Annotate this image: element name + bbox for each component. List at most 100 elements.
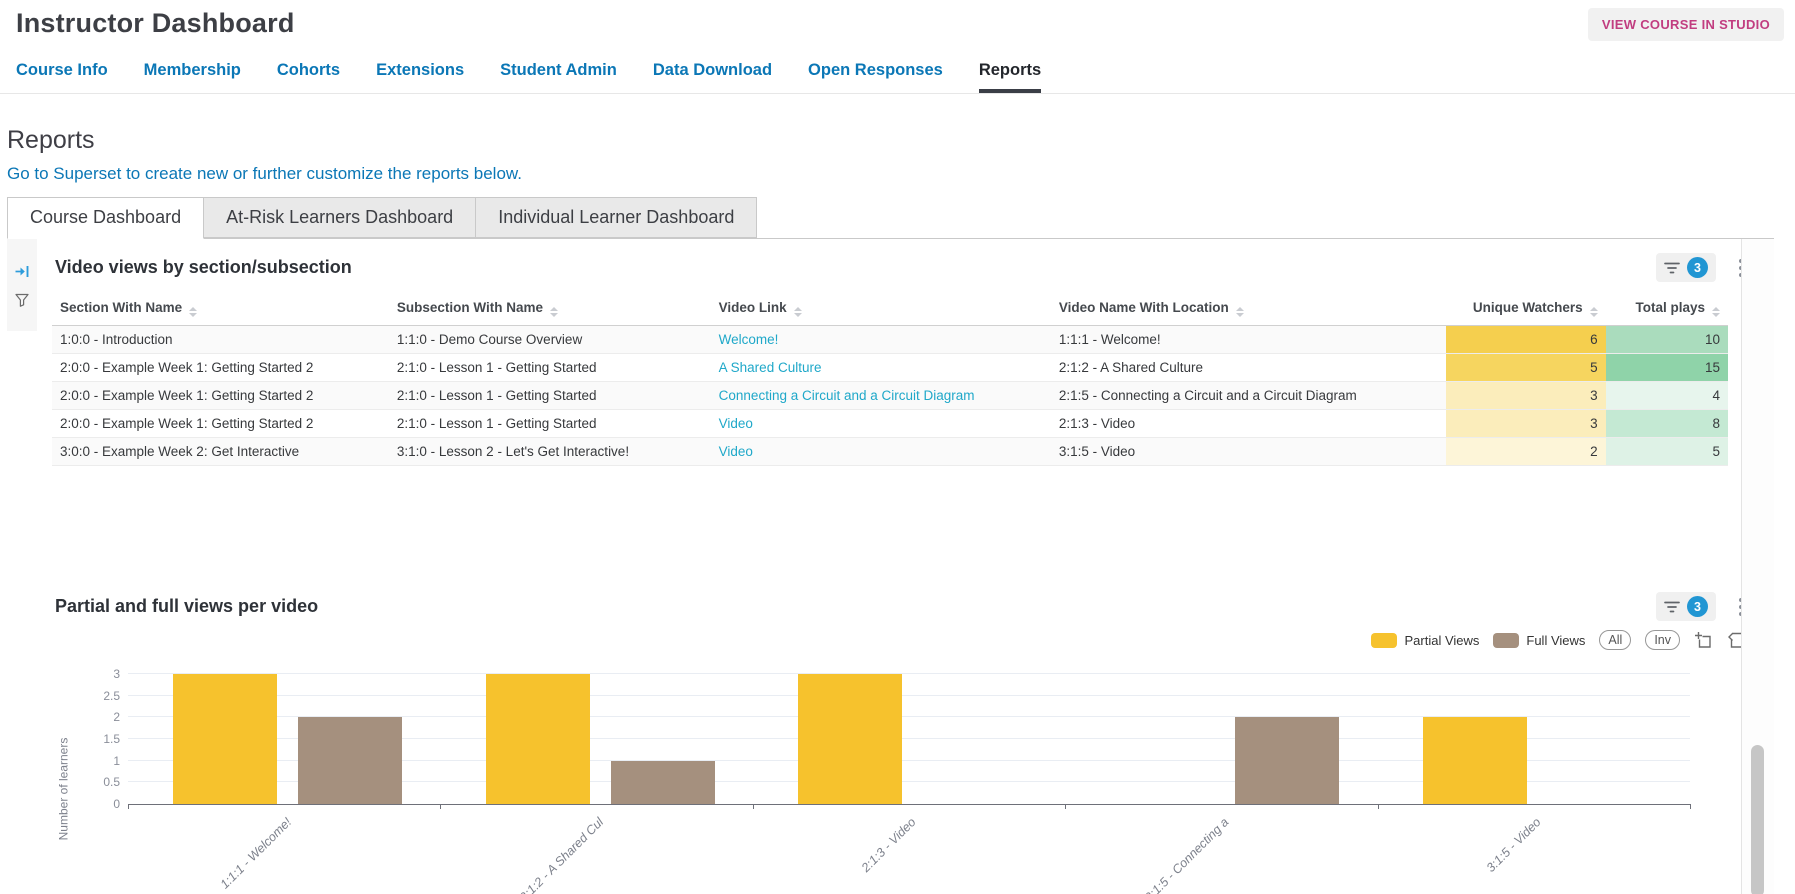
legend-swatch [1493,633,1519,648]
cell-video-name: 1:1:1 - Welcome! [1051,326,1447,354]
legend-label: Full Views [1526,633,1585,648]
x-tick [1690,804,1691,809]
view-course-in-studio-button[interactable]: VIEW COURSE IN STUDIO [1588,8,1784,41]
x-axis-label: 2:1:5 - Connecting a [1142,815,1232,894]
cell-subsection: 2:1:0 - Lesson 1 - Getting Started [389,382,711,410]
sort-icon [1236,307,1244,317]
sort-icon [794,307,802,317]
cell-subsection: 2:1:0 - Lesson 1 - Getting Started [389,354,711,382]
nav-tab-open-responses[interactable]: Open Responses [808,61,943,93]
zoom-select-button[interactable] [1694,631,1712,649]
x-axis-label: 2:1:3 - Video [859,815,919,875]
column-label: Total plays [1635,300,1705,315]
cell-total-plays: 15 [1606,354,1728,382]
table-row: 1:0:0 - Introduction1:1:0 - Demo Course … [52,326,1728,354]
sort-icon [1590,307,1598,317]
column-label: Subsection With Name [397,300,543,315]
arrow-to-bar-icon [14,263,31,280]
dashboard-tab-at-risk-learners-dashboard[interactable]: At-Risk Learners Dashboard [204,197,476,238]
video-link[interactable]: Video [711,438,1051,466]
column-label: Section With Name [60,300,182,315]
table-row: 3:0:0 - Example Week 2: Get Interactive3… [52,438,1728,466]
chart-card-title: Partial and full views per video [55,596,318,617]
cell-video-name: 2:1:2 - A Shared Culture [1051,354,1447,382]
scrollbar-thumb[interactable] [1751,745,1764,894]
legend-label: Partial Views [1404,633,1479,648]
bar-partial-views-2-1-3-video[interactable] [798,674,902,804]
filter-funnel-button[interactable] [15,293,29,307]
panel-scrollbar[interactable] [1741,239,1774,894]
chart-applied-filters-button[interactable]: 3 [1656,592,1716,621]
x-axis-label: 3:1:5 - Video [1484,815,1544,875]
cell-unique-watchers: 5 [1446,354,1605,382]
video-link[interactable]: A Shared Culture [711,354,1051,382]
cell-total-plays: 5 [1606,438,1728,466]
nav-tab-student-admin[interactable]: Student Admin [500,61,617,93]
y-axis-title: Number of learners [56,675,70,894]
instructor-nav: Course Info Membership Cohorts Extensions St… [0,61,1795,94]
column-label: Video Name With Location [1059,300,1229,315]
reports-heading: Reports [7,126,1795,155]
filter-list-icon [1664,261,1680,275]
legend-item-full-views[interactable]: Full Views [1493,633,1585,648]
column-header-total-plays[interactable]: Total plays [1606,292,1728,326]
column-header-section-with-name[interactable]: Section With Name [52,292,389,326]
column-header-video-link[interactable]: Video Link [711,292,1051,326]
dashboard-tab-course-dashboard[interactable]: Course Dashboard [7,197,204,239]
table-row: 2:0:0 - Example Week 1: Getting Started … [52,382,1728,410]
cell-section: 2:0:0 - Example Week 1: Getting Started … [52,410,389,438]
table-row: 2:0:0 - Example Week 1: Getting Started … [52,354,1728,382]
bar-full-views-1-1-1-welcome[interactable] [298,717,402,804]
table-row: 2:0:0 - Example Week 1: Getting Started … [52,410,1728,438]
superset-link[interactable]: Go to Superset to create new or further … [7,164,522,184]
video-link[interactable]: Welcome! [711,326,1051,354]
video-link[interactable]: Video [711,410,1051,438]
video-views-table: Section With Name Subsection With Name Vid… [52,292,1728,466]
cell-section: 2:0:0 - Example Week 1: Getting Started … [52,354,389,382]
cell-subsection: 2:1:0 - Lesson 1 - Getting Started [389,410,711,438]
gridline [128,695,1690,696]
video-link[interactable]: Connecting a Circuit and a Circuit Diagr… [711,382,1051,410]
y-tick-label: 0 [82,796,120,812]
table-card-title: Video views by section/subsection [55,257,352,278]
legend-inv-button[interactable]: Inv [1645,630,1680,650]
bar-full-views-2-1-2-a-shared-cul[interactable] [611,761,715,804]
nav-tab-cohorts[interactable]: Cohorts [277,61,340,93]
bar-partial-views-3-1-5-video[interactable] [1423,717,1527,804]
zoom-box-icon [1694,631,1712,649]
cell-unique-watchers: 6 [1446,326,1605,354]
dashboard-tabs: Course DashboardAt-Risk Learners Dashboa… [7,197,1795,238]
table-card: Video views by section/subsection 3 Sect… [7,239,1774,466]
cell-unique-watchers: 3 [1446,410,1605,438]
y-tick-label: 3 [82,666,120,682]
expand-filter-bar-button[interactable] [14,263,31,280]
nav-tab-course-info[interactable]: Course Info [16,61,108,93]
nav-tab-data-download[interactable]: Data Download [653,61,772,93]
legend-item-partial-views[interactable]: Partial Views [1371,633,1479,648]
bar-partial-views-2-1-2-a-shared-cul[interactable] [486,674,590,804]
nav-tab-reports[interactable]: Reports [979,61,1041,93]
column-header-unique-watchers[interactable]: Unique Watchers [1446,292,1605,326]
dashboard-tab-individual-learner-dashboard[interactable]: Individual Learner Dashboard [476,197,757,238]
table-applied-filters-button[interactable]: 3 [1656,253,1716,282]
legend-swatch [1371,633,1397,648]
cell-video-name: 2:1:5 - Connecting a Circuit and a Circu… [1051,382,1447,410]
y-tick-label: 2.5 [82,688,120,704]
legend-all-button[interactable]: All [1599,630,1631,650]
nav-tab-membership[interactable]: Membership [144,61,241,93]
x-axis-label: 2:1:2 - A Shared Cul [517,815,606,894]
column-header-video-name-with-location[interactable]: Video Name With Location [1051,292,1447,326]
cell-total-plays: 10 [1606,326,1728,354]
dashboard-panel: Video views by section/subsection 3 Sect… [7,238,1774,894]
gridline [128,673,1690,674]
y-tick-label: 0.5 [82,774,120,790]
column-label: Video Link [719,300,787,315]
column-header-subsection-with-name[interactable]: Subsection With Name [389,292,711,326]
sort-icon [1712,307,1720,317]
funnel-icon [15,293,29,307]
bar-full-views-2-1-5-connecting-a[interactable] [1235,717,1339,804]
bar-partial-views-1-1-1-welcome[interactable] [173,674,277,804]
sort-icon [189,307,197,317]
chart-filter-count-badge: 3 [1687,596,1708,617]
nav-tab-extensions[interactable]: Extensions [376,61,464,93]
